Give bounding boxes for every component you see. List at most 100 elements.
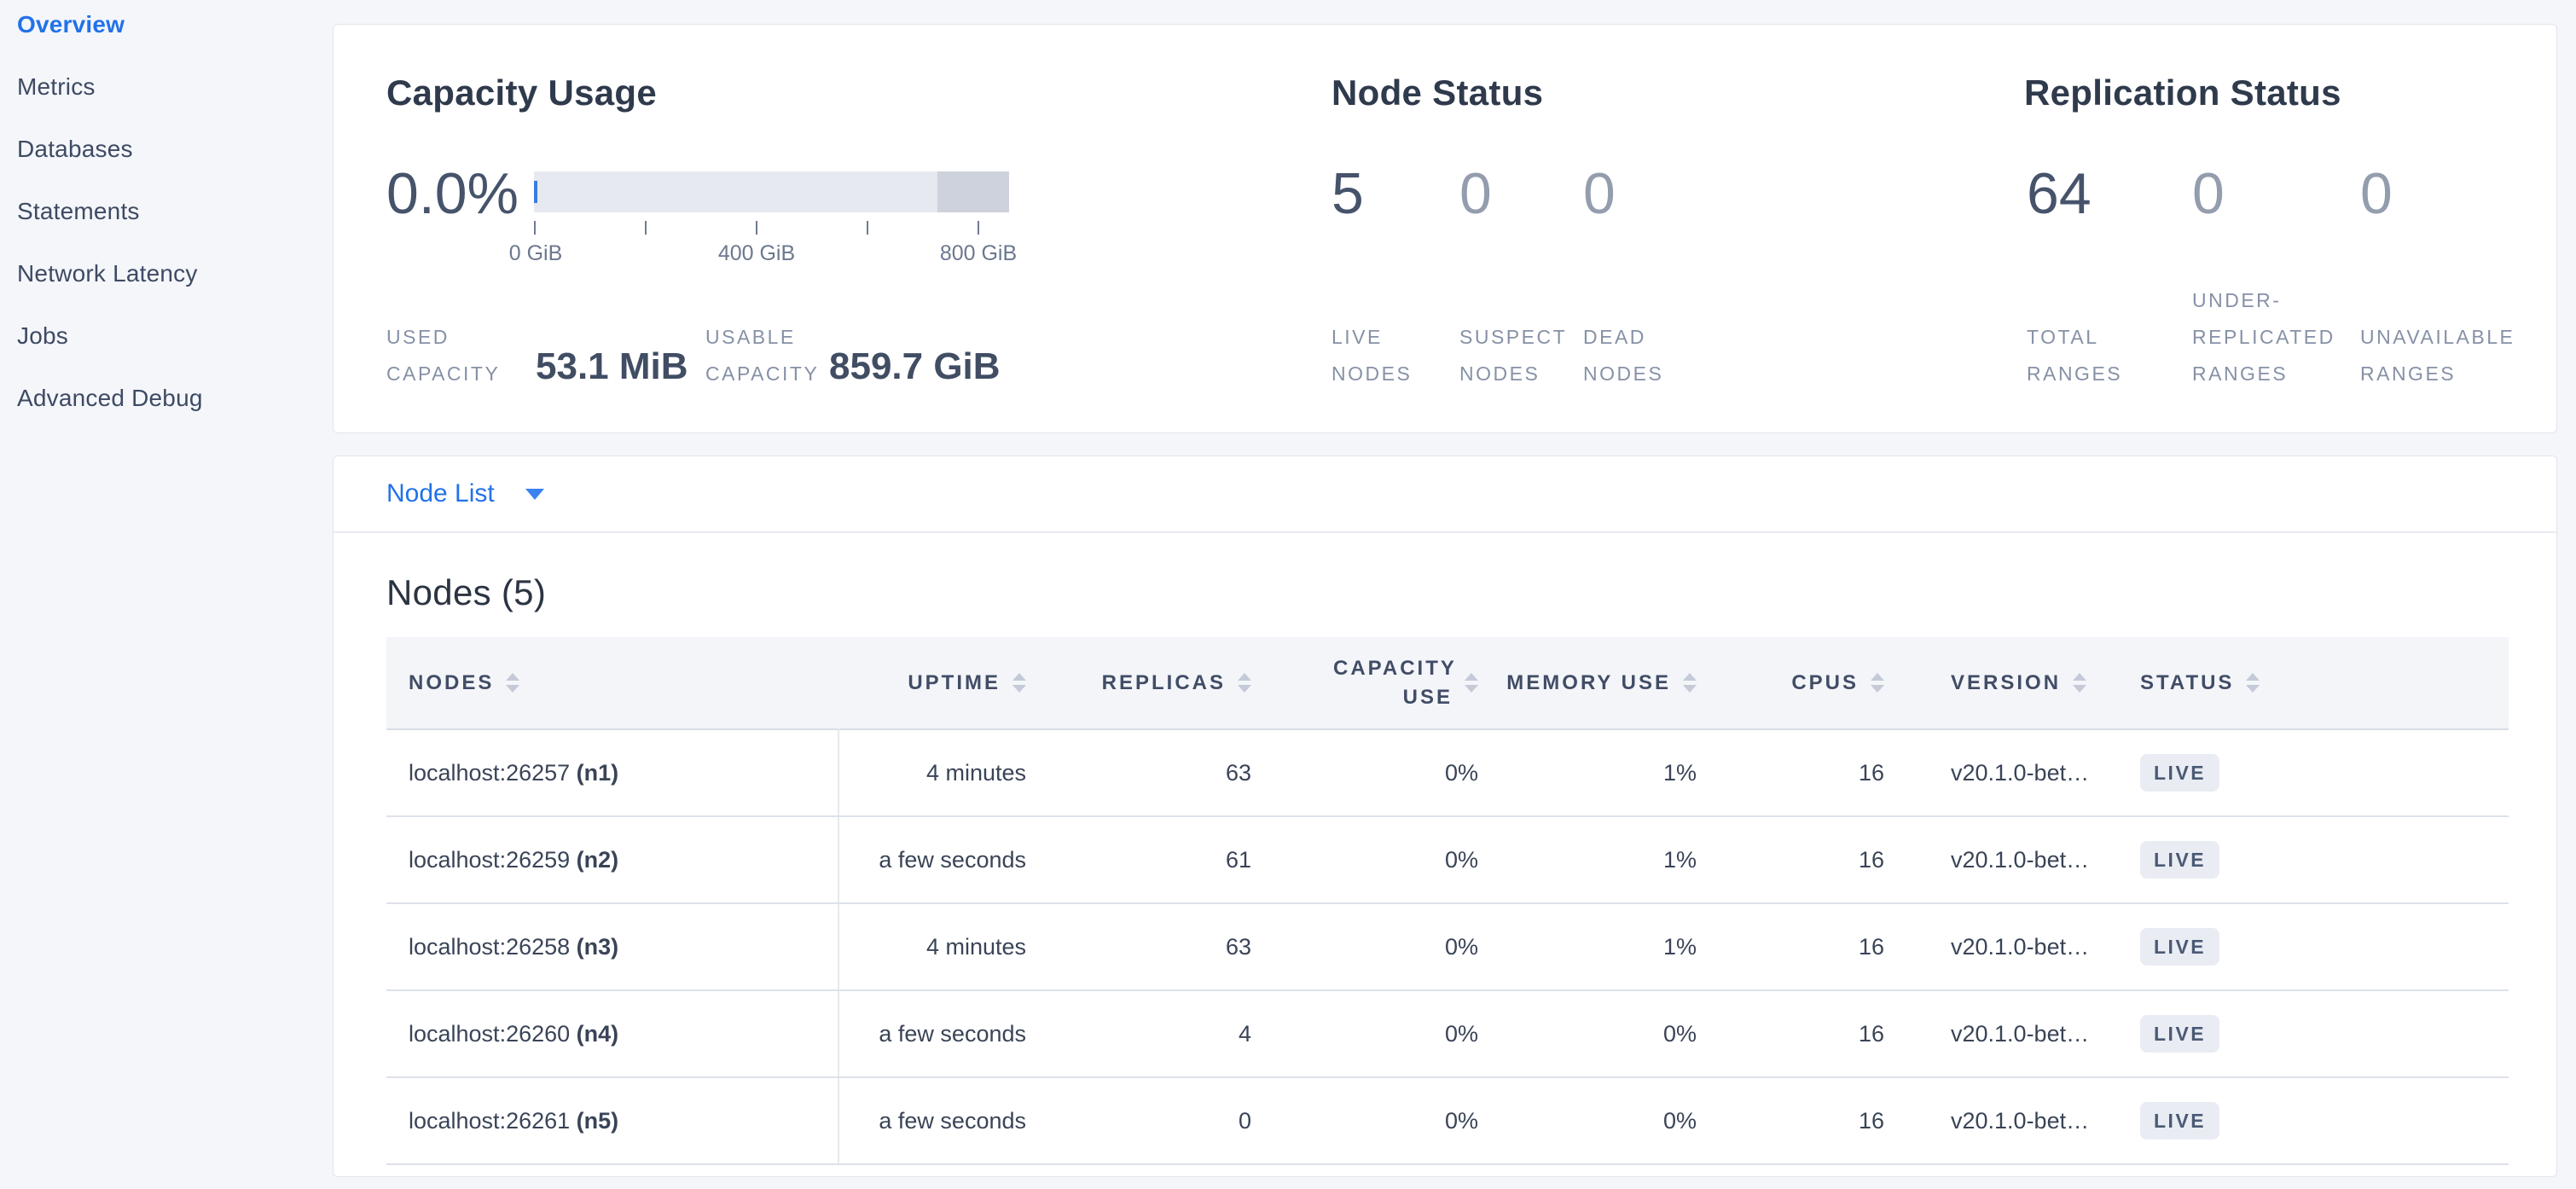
axis-label-400: 400 GiB <box>718 241 795 266</box>
table-row: localhost:26261 (n5) a few seconds 0 0% … <box>386 1077 2509 1164</box>
sidebar-item-jobs[interactable]: Jobs <box>17 323 333 349</box>
capacity-bar-used-marker <box>534 181 537 203</box>
column-label: MEMORY USE <box>1506 671 1671 695</box>
column-header-memory-use[interactable]: MEMORY USE <box>1504 637 1722 729</box>
status-cell: LIVE <box>2111 903 2509 990</box>
cpus-cell: 16 <box>1722 729 1910 816</box>
uptime-cell: a few seconds <box>838 816 1052 903</box>
memory-use-cell: 1% <box>1504 729 1722 816</box>
axis-label-800: 800 GiB <box>940 241 1017 266</box>
node-status-title: Node Status <box>1332 72 1543 113</box>
live-nodes-label: LIVE NODES <box>1332 319 1459 392</box>
status-badge: LIVE <box>2140 1102 2219 1140</box>
column-label: CAPACITY USE <box>1333 654 1453 712</box>
capacity-bar-chart: 0 GiB 400 GiB 800 GiB <box>534 171 1009 267</box>
column-header-cpus[interactable]: CPUS <box>1722 637 1910 729</box>
version-cell: v20.1.0-bet… <box>1910 1077 2111 1164</box>
replicas-cell: 4 <box>1052 990 1277 1077</box>
under-replicated-ranges-count: 0 <box>2192 163 2225 224</box>
unavailable-ranges-label: UNAVAILABLE RANGES <box>2360 319 2576 392</box>
sidebar-item-overview[interactable]: Overview <box>17 12 333 38</box>
capacity-use-cell: 0% <box>1277 1077 1504 1164</box>
sidebar-item-statements[interactable]: Statements <box>17 199 333 224</box>
replicas-cell: 61 <box>1052 816 1277 903</box>
status-cell: LIVE <box>2111 1077 2509 1164</box>
cpus-cell: 16 <box>1722 903 1910 990</box>
node-list-dropdown-label[interactable]: Node List <box>386 479 495 508</box>
node-list-dropdown[interactable]: Node List <box>334 456 2556 533</box>
sidebar-item-metrics[interactable]: Metrics <box>17 74 333 100</box>
total-ranges-label: TOTAL RANGES <box>2027 319 2184 392</box>
replicas-cell: 0 <box>1052 1077 1277 1164</box>
replicas-cell: 63 <box>1052 903 1277 990</box>
sort-icon <box>2246 673 2260 693</box>
axis-label-0: 0 GiB <box>509 241 563 266</box>
sidebar-item-advanced-debug[interactable]: Advanced Debug <box>17 386 333 411</box>
node-list-card: Node List Nodes (5) NODES <box>333 455 2557 1177</box>
capacity-usage-title: Capacity Usage <box>386 72 657 113</box>
axis-tick <box>978 221 979 235</box>
sidebar-item-network-latency[interactable]: Network Latency <box>17 261 333 287</box>
axis-tick <box>534 221 536 235</box>
memory-use-cell: 0% <box>1504 1077 1722 1164</box>
uptime-cell: 4 minutes <box>838 729 1052 816</box>
column-header-uptime[interactable]: UPTIME <box>838 637 1052 729</box>
usable-capacity-label: USABLE CAPACITY <box>705 319 846 392</box>
memory-use-cell: 0% <box>1504 990 1722 1077</box>
capacity-axis-ticks <box>534 221 1009 235</box>
sidebar-item-databases[interactable]: Databases <box>17 136 333 162</box>
cpus-cell: 16 <box>1722 990 1910 1077</box>
capacity-bar <box>534 171 1009 212</box>
node-address-cell: localhost:26260 (n4) <box>386 990 838 1077</box>
nodes-heading: Nodes (5) <box>386 572 2507 613</box>
nodes-table-section: Nodes (5) NODES UPTIME <box>334 533 2556 1165</box>
capacity-use-cell: 0% <box>1277 903 1504 990</box>
column-header-status[interactable]: STATUS <box>2111 637 2509 729</box>
version-cell: v20.1.0-bet… <box>1910 903 2111 990</box>
column-label: VERSION <box>1951 671 2061 695</box>
node-id: (n1) <box>577 760 619 786</box>
sort-icon <box>2073 673 2086 693</box>
memory-use-cell: 1% <box>1504 903 1722 990</box>
capacity-use-cell: 0% <box>1277 990 1504 1077</box>
version-cell: v20.1.0-bet… <box>1910 990 2111 1077</box>
memory-use-cell: 1% <box>1504 816 1722 903</box>
unavailable-ranges-count: 0 <box>2360 163 2393 224</box>
sort-icon <box>1683 673 1697 693</box>
column-header-nodes[interactable]: NODES <box>386 637 838 729</box>
nodes-table: NODES UPTIME REPLICAS CAPACITY USE <box>386 637 2509 1165</box>
table-row: localhost:26257 (n1) 4 minutes 63 0% 1% … <box>386 729 2509 816</box>
table-row: localhost:26258 (n3) 4 minutes 63 0% 1% … <box>386 903 2509 990</box>
column-header-replicas[interactable]: REPLICAS <box>1052 637 1277 729</box>
table-row: localhost:26260 (n4) a few seconds 4 0% … <box>386 990 2509 1077</box>
axis-tick <box>756 221 757 235</box>
main-content: Capacity Usage 0.0% 0 GiB 400 GiB <box>333 0 2557 1177</box>
used-capacity-value: 53.1 MiB <box>536 345 688 389</box>
column-label: NODES <box>409 671 494 695</box>
capacity-axis-labels: 0 GiB 400 GiB 800 GiB <box>534 241 1009 267</box>
used-capacity-label: USED CAPACITY <box>386 319 527 392</box>
suspect-nodes-count: 0 <box>1459 163 1492 224</box>
node-address-cell: localhost:26258 (n3) <box>386 903 838 990</box>
table-header-row: NODES UPTIME REPLICAS CAPACITY USE <box>386 637 2509 729</box>
node-id: (n2) <box>577 847 619 873</box>
dead-nodes-count: 0 <box>1583 163 1616 224</box>
uptime-cell: a few seconds <box>838 1077 1052 1164</box>
status-cell: LIVE <box>2111 990 2509 1077</box>
column-header-capacity-use[interactable]: CAPACITY USE <box>1277 637 1504 729</box>
sort-icon <box>1871 673 1884 693</box>
uptime-cell: a few seconds <box>838 990 1052 1077</box>
cpus-cell: 16 <box>1722 816 1910 903</box>
table-row: localhost:26259 (n2) a few seconds 61 0%… <box>386 816 2509 903</box>
axis-tick <box>867 221 868 235</box>
status-cell: LIVE <box>2111 729 2509 816</box>
column-header-version[interactable]: VERSION <box>1910 637 2111 729</box>
node-address-cell: localhost:26261 (n5) <box>386 1077 838 1164</box>
column-label: STATUS <box>2140 671 2234 695</box>
node-id: (n4) <box>577 1021 619 1047</box>
replication-status-title: Replication Status <box>2024 72 2341 113</box>
status-cell: LIVE <box>2111 816 2509 903</box>
status-badge: LIVE <box>2140 841 2219 879</box>
node-id: (n3) <box>577 934 619 960</box>
status-badge: LIVE <box>2140 1015 2219 1053</box>
